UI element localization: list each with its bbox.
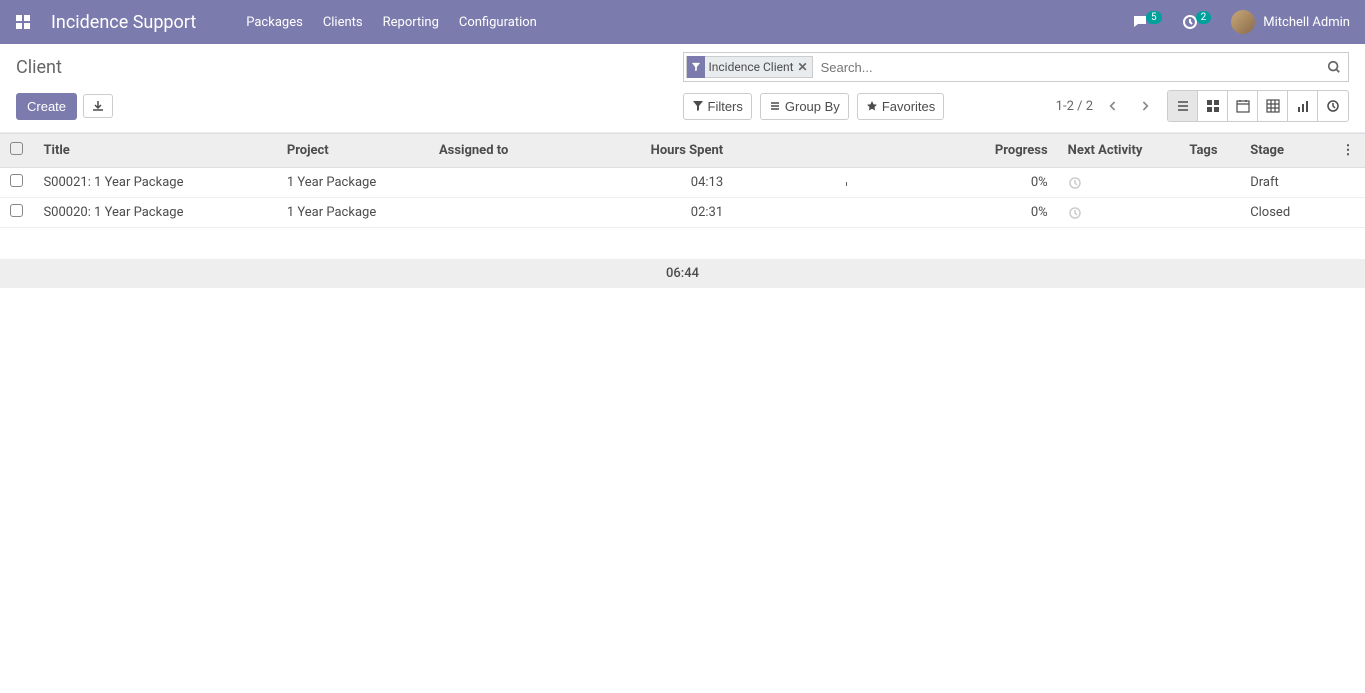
star-icon [866,100,878,112]
footer-hours-total: 06:44 [0,260,1365,288]
cell-assigned-to [429,168,581,198]
view-graph[interactable] [1288,91,1318,121]
view-kanban[interactable] [1198,91,1228,121]
cell-tags [1179,198,1240,228]
header-stage[interactable]: Stage [1240,134,1331,168]
header-progress[interactable]: Progress [956,134,1057,168]
app-brand[interactable]: Incidence Support [51,12,196,33]
chevron-right-icon [1141,100,1149,112]
table-row[interactable]: S00021: 1 Year Package 1 Year Package 04… [0,168,1365,198]
table-row[interactable]: S00020: 1 Year Package 1 Year Package 02… [0,198,1365,228]
activities-button[interactable]: 2 [1182,14,1214,30]
breadcrumb: Client [16,57,683,78]
messages-count: 5 [1146,11,1162,24]
search-chip: Incidence Client ✕ [686,56,813,78]
kanban-icon [1206,99,1220,113]
view-pivot[interactable] [1258,91,1288,121]
cell-progress: 0% [956,198,1057,228]
footer-row: 06:44 [0,260,1365,288]
groupby-label: Group By [785,99,840,114]
cell-project: 1 Year Package [277,168,429,198]
header-project[interactable]: Project [277,134,429,168]
row-checkbox[interactable] [0,168,33,198]
search-icon[interactable] [1320,60,1348,74]
nav-item-clients[interactable]: Clients [313,7,373,38]
nav-items: Packages Clients Reporting Configuration [236,7,547,38]
favorites-dropdown[interactable]: Favorites [857,93,944,120]
search-bar[interactable]: Incidence Client ✕ [683,52,1350,82]
data-table: Title Project Assigned to Hours Spent Pr… [0,133,1365,288]
list-icon [1176,99,1190,113]
chevron-left-icon [1109,100,1117,112]
pager: 1-2 / 2 [1056,94,1157,118]
calendar-icon [1236,99,1250,113]
filters-label: Filters [708,99,743,114]
apps-icon[interactable] [15,14,31,30]
view-switcher [1167,90,1349,122]
cell-hours: 02:31 [581,198,733,228]
header-options[interactable]: ⋮ [1331,134,1365,168]
favorites-label: Favorites [882,99,935,114]
funnel-icon [687,56,705,78]
header-tags[interactable]: Tags [1179,134,1240,168]
header-hours-spent[interactable]: Hours Spent [581,134,733,168]
clock-icon [1326,99,1340,113]
search-chip-label: Incidence Client [709,60,794,74]
cell-progress-bar [733,198,956,228]
download-icon [92,100,104,112]
header-select-all[interactable] [0,134,33,168]
create-button[interactable]: Create [16,93,77,120]
header-next-activity[interactable]: Next Activity [1058,134,1180,168]
view-list[interactable] [1168,91,1198,121]
groupby-dropdown[interactable]: Group By [760,93,849,120]
bar-chart-icon [1296,99,1310,113]
cell-title: S00021: 1 Year Package [33,168,276,198]
search-input[interactable] [815,53,1320,81]
user-name: Mitchell Admin [1263,15,1350,30]
cell-next-activity[interactable] [1058,168,1180,198]
cell-title: S00020: 1 Year Package [33,198,276,228]
cell-tags [1179,168,1240,198]
header-progress-bar [733,134,956,168]
cell-assigned-to [429,198,581,228]
cell-stage: Draft [1240,168,1331,198]
pivot-icon [1266,99,1280,113]
list-icon [769,100,781,112]
pager-next[interactable] [1133,94,1157,118]
nav-right: 5 2 Mitchell Admin [1132,10,1350,34]
control-panel: Client Incidence Client ✕ Create [0,44,1365,133]
pager-prev[interactable] [1101,94,1125,118]
user-menu[interactable]: Mitchell Admin [1231,10,1350,34]
cell-hours: 04:13 [581,168,733,198]
import-button[interactable] [83,94,113,118]
cell-progress: 0% [956,168,1057,198]
pager-range[interactable]: 1-2 / 2 [1056,99,1093,114]
header-assigned-to[interactable]: Assigned to [429,134,581,168]
view-calendar[interactable] [1228,91,1258,121]
view-activity[interactable] [1318,91,1348,121]
cell-next-activity[interactable] [1058,198,1180,228]
nav-item-packages[interactable]: Packages [236,7,313,38]
row-checkbox[interactable] [0,198,33,228]
filters-dropdown[interactable]: Filters [683,93,752,120]
activities-count: 2 [1196,11,1212,24]
close-icon[interactable]: ✕ [798,60,808,74]
cell-stage: Closed [1240,198,1331,228]
cell-progress-bar [733,168,956,198]
header-title[interactable]: Title [33,134,276,168]
blank-row [0,228,1365,260]
messages-button[interactable]: 5 [1132,14,1164,30]
funnel-icon [692,100,704,112]
nav-item-reporting[interactable]: Reporting [373,7,449,38]
cell-project: 1 Year Package [277,198,429,228]
table-wrap: Title Project Assigned to Hours Spent Pr… [0,133,1365,288]
navbar: Incidence Support Packages Clients Repor… [0,0,1365,44]
nav-item-configuration[interactable]: Configuration [449,7,547,38]
clock-icon [1068,206,1170,220]
clock-icon [1068,176,1170,190]
avatar [1231,10,1255,34]
